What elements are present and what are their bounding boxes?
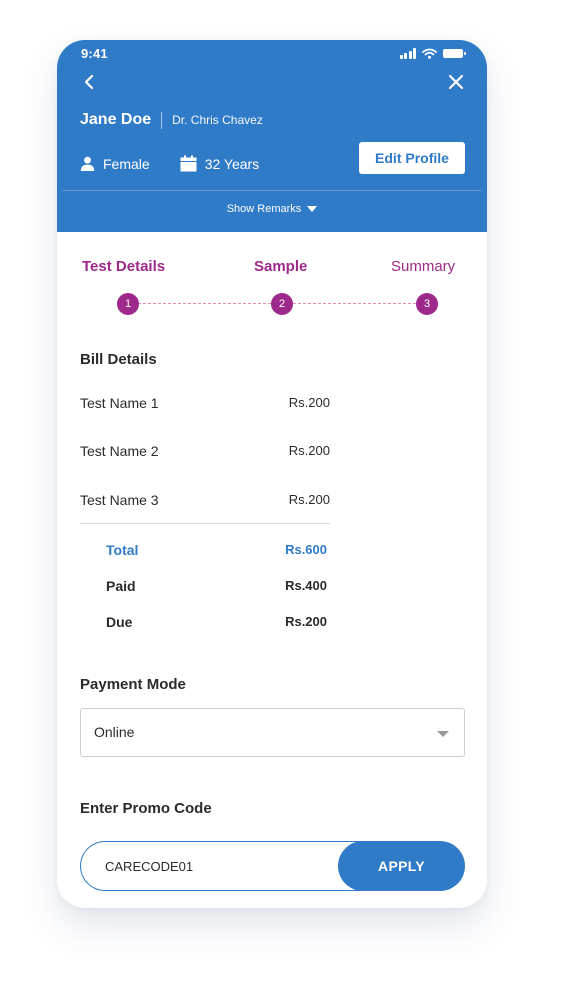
show-remarks-toggle[interactable]: Show Remarks bbox=[57, 203, 487, 215]
patient-name: Jane Doe bbox=[80, 111, 152, 128]
gender-value: Female bbox=[103, 155, 150, 172]
bill-item-amount: Rs.200 bbox=[288, 395, 330, 410]
show-remarks-label: Show Remarks bbox=[226, 203, 302, 215]
bill-divider bbox=[80, 523, 330, 524]
due-row: Due Rs.200 bbox=[106, 614, 327, 634]
paid-label: Paid bbox=[106, 578, 136, 594]
wifi-icon bbox=[422, 48, 437, 59]
paid-row: Paid Rs.400 bbox=[106, 578, 327, 598]
patient-info-row: Female 32 Years bbox=[80, 155, 259, 172]
due-amount: Rs.200 bbox=[285, 614, 327, 629]
bill-item-name: Test Name 3 bbox=[80, 492, 159, 508]
step-label-test-details[interactable]: Test Details bbox=[82, 258, 165, 275]
name-divider bbox=[161, 111, 163, 129]
progress-stepper: Test Details Sample Summary 1 2 3 bbox=[57, 258, 487, 318]
phone-frame: 9:41 Jane Doe Dr. Chris Chavez Female 32… bbox=[57, 40, 487, 908]
signal-icon bbox=[399, 48, 416, 59]
close-icon[interactable] bbox=[445, 71, 467, 93]
step-circle-2[interactable]: 2 bbox=[271, 293, 293, 315]
promo-code-title: Enter Promo Code bbox=[80, 800, 212, 817]
patient-header: 9:41 Jane Doe Dr. Chris Chavez Female 32… bbox=[57, 40, 487, 232]
battery-icon bbox=[443, 49, 466, 58]
bill-details-title: Bill Details bbox=[80, 351, 157, 368]
step-label-sample[interactable]: Sample bbox=[254, 258, 307, 275]
promo-code-input[interactable] bbox=[80, 841, 380, 891]
bill-item-name: Test Name 1 bbox=[80, 395, 159, 411]
total-label: Total bbox=[106, 542, 139, 558]
age-value: 32 Years bbox=[204, 155, 260, 172]
doctor-name: Dr. Chris Chavez bbox=[172, 113, 263, 127]
edit-profile-button[interactable]: Edit Profile bbox=[359, 142, 465, 174]
caret-down-icon bbox=[437, 731, 449, 737]
promo-code-group: APPLY bbox=[80, 841, 465, 891]
bill-row: Test Name 2 Rs.200 bbox=[80, 443, 330, 463]
total-row: Total Rs.600 bbox=[106, 542, 327, 562]
status-time: 9:41 bbox=[81, 46, 108, 61]
payment-mode-value: Online bbox=[94, 724, 135, 740]
payment-mode-title: Payment Mode bbox=[80, 676, 186, 693]
bill-row: Test Name 3 Rs.200 bbox=[80, 492, 330, 512]
due-label: Due bbox=[106, 614, 133, 630]
caret-down-icon bbox=[307, 206, 318, 212]
total-amount: Rs.600 bbox=[285, 542, 327, 557]
apply-button[interactable]: APPLY bbox=[338, 841, 465, 891]
bill-row: Test Name 1 Rs.200 bbox=[80, 395, 330, 415]
step-label-summary[interactable]: Summary bbox=[391, 258, 455, 275]
person-icon bbox=[80, 156, 95, 171]
step-circle-3[interactable]: 3 bbox=[416, 293, 438, 315]
bill-item-amount: Rs.200 bbox=[288, 443, 330, 458]
gender-info: Female bbox=[80, 156, 150, 172]
header-divider bbox=[63, 190, 481, 191]
bill-item-amount: Rs.200 bbox=[288, 492, 330, 507]
step-connector bbox=[128, 303, 271, 304]
payment-mode-select[interactable]: Online bbox=[80, 708, 465, 757]
step-connector bbox=[293, 303, 416, 304]
bill-item-name: Test Name 2 bbox=[80, 443, 159, 459]
age-info: 32 Years bbox=[180, 155, 260, 172]
status-icons bbox=[399, 48, 466, 59]
step-circle-1[interactable]: 1 bbox=[117, 293, 139, 315]
patient-row: Jane Doe Dr. Chris Chavez bbox=[80, 111, 263, 129]
calendar-icon bbox=[180, 155, 197, 172]
back-icon[interactable] bbox=[77, 70, 101, 94]
paid-amount: Rs.400 bbox=[285, 578, 327, 593]
